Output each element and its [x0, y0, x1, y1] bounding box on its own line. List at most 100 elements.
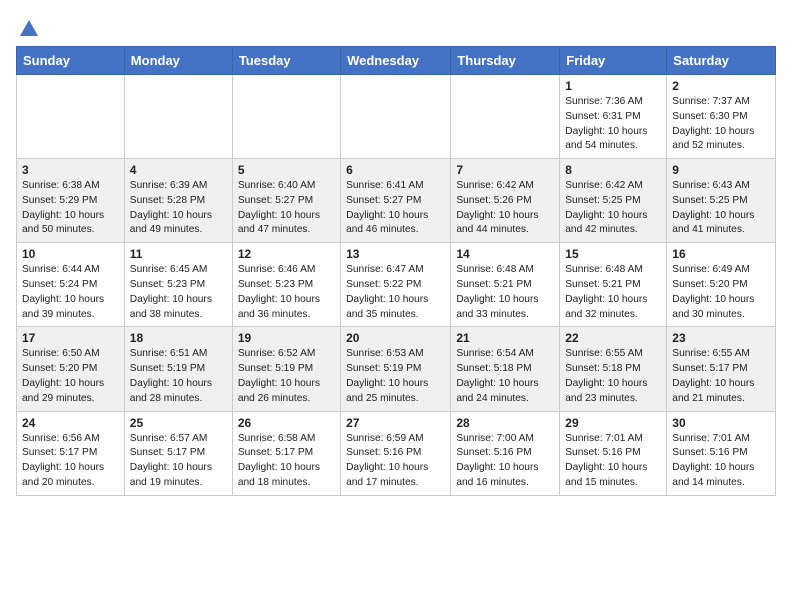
calendar-cell: 14 Sunrise: 6:48 AMSunset: 5:21 PMDayligh… — [451, 243, 560, 327]
page: SundayMondayTuesdayWednesdayThursdayFrid… — [0, 0, 792, 508]
day-info: Sunrise: 6:38 AMSunset: 5:29 PMDaylight:… — [22, 179, 119, 238]
calendar-cell: 17 Sunrise: 6:50 AMSunset: 5:20 PMDayligh… — [17, 327, 125, 411]
calendar-cell: 16 Sunrise: 6:49 AMSunset: 5:20 PMDayligh… — [667, 243, 776, 327]
day-number: 19 — [238, 331, 335, 345]
day-info: Sunrise: 6:58 AMSunset: 5:17 PMDaylight:… — [238, 432, 335, 491]
weekday-header: Saturday — [667, 47, 776, 75]
calendar-cell: 28Sunrise: 7:00 AMSunset: 5:16 PMDayligh… — [451, 411, 560, 495]
day-number: 6 — [346, 163, 445, 177]
weekday-header: Monday — [124, 47, 232, 75]
day-info: Sunrise: 6:55 AMSunset: 5:18 PMDaylight:… — [565, 347, 661, 406]
day-info: Sunrise: 6:41 AMSunset: 5:27 PMDaylight:… — [346, 179, 445, 238]
day-number: 10 — [22, 247, 119, 261]
day-number: 8 — [565, 163, 661, 177]
calendar-cell: 11 Sunrise: 6:45 AMSunset: 5:23 PMDayligh… — [124, 243, 232, 327]
calendar-cell: 20 Sunrise: 6:53 AMSunset: 5:19 PMDayligh… — [341, 327, 451, 411]
day-number: 25 — [130, 416, 227, 430]
day-info: Sunrise: 6:42 AMSunset: 5:25 PMDaylight:… — [565, 179, 661, 238]
day-number: 3 — [22, 163, 119, 177]
day-number: 29 — [565, 416, 661, 430]
day-number: 2 — [672, 79, 770, 93]
calendar-cell: 30 Sunrise: 7:01 AMSunset: 5:16 PMDayligh… — [667, 411, 776, 495]
day-number: 16 — [672, 247, 770, 261]
day-info: Sunrise: 6:45 AMSunset: 5:23 PMDaylight:… — [130, 263, 227, 322]
day-info: Sunrise: 6:47 AMSunset: 5:22 PMDaylight:… — [346, 263, 445, 322]
day-number: 24 — [22, 416, 119, 430]
day-info: Sunrise: 6:50 AMSunset: 5:20 PMDaylight:… — [22, 347, 119, 406]
day-number: 23 — [672, 331, 770, 345]
day-info: Sunrise: 6:57 AMSunset: 5:17 PMDaylight:… — [130, 432, 227, 491]
calendar-cell — [124, 75, 232, 159]
day-number: 4 — [130, 163, 227, 177]
weekday-header: Thursday — [451, 47, 560, 75]
calendar-cell: 13Sunrise: 6:47 AMSunset: 5:22 PMDayligh… — [341, 243, 451, 327]
calendar-cell: 9 Sunrise: 6:43 AMSunset: 5:25 PMDaylight… — [667, 159, 776, 243]
day-number: 15 — [565, 247, 661, 261]
day-info: Sunrise: 6:48 AMSunset: 5:21 PMDaylight:… — [565, 263, 661, 322]
day-number: 27 — [346, 416, 445, 430]
calendar-cell: 19 Sunrise: 6:52 AMSunset: 5:19 PMDayligh… — [232, 327, 340, 411]
weekday-header: Tuesday — [232, 47, 340, 75]
calendar-cell: 6 Sunrise: 6:41 AMSunset: 5:27 PMDaylight… — [341, 159, 451, 243]
day-number: 26 — [238, 416, 335, 430]
day-number: 20 — [346, 331, 445, 345]
calendar: SundayMondayTuesdayWednesdayThursdayFrid… — [16, 46, 776, 496]
calendar-cell: 26 Sunrise: 6:58 AMSunset: 5:17 PMDayligh… — [232, 411, 340, 495]
calendar-cell: 18Sunrise: 6:51 AMSunset: 5:19 PMDayligh… — [124, 327, 232, 411]
calendar-week-row: 17 Sunrise: 6:50 AMSunset: 5:20 PMDayligh… — [17, 327, 776, 411]
calendar-week-row: 1 Sunrise: 7:36 AMSunset: 6:31 PMDaylight… — [17, 75, 776, 159]
calendar-cell — [451, 75, 560, 159]
calendar-cell: 10 Sunrise: 6:44 AMSunset: 5:24 PMDayligh… — [17, 243, 125, 327]
day-number: 1 — [565, 79, 661, 93]
weekday-header: Friday — [560, 47, 667, 75]
day-info: Sunrise: 6:55 AMSunset: 5:17 PMDaylight:… — [672, 347, 770, 406]
calendar-cell: 5 Sunrise: 6:40 AMSunset: 5:27 PMDaylight… — [232, 159, 340, 243]
logo-icon — [18, 18, 40, 40]
day-info: Sunrise: 7:01 AMSunset: 5:16 PMDaylight:… — [672, 432, 770, 491]
calendar-cell: 21 Sunrise: 6:54 AMSunset: 5:18 PMDayligh… — [451, 327, 560, 411]
day-number: 30 — [672, 416, 770, 430]
day-info: Sunrise: 6:49 AMSunset: 5:20 PMDaylight:… — [672, 263, 770, 322]
day-info: Sunrise: 7:36 AMSunset: 6:31 PMDaylight:… — [565, 95, 661, 154]
calendar-week-row: 3 Sunrise: 6:38 AMSunset: 5:29 PMDaylight… — [17, 159, 776, 243]
day-number: 12 — [238, 247, 335, 261]
day-info: Sunrise: 6:46 AMSunset: 5:23 PMDaylight:… — [238, 263, 335, 322]
calendar-header-row: SundayMondayTuesdayWednesdayThursdayFrid… — [17, 47, 776, 75]
calendar-cell: 24 Sunrise: 6:56 AMSunset: 5:17 PMDayligh… — [17, 411, 125, 495]
calendar-cell: 3 Sunrise: 6:38 AMSunset: 5:29 PMDaylight… — [17, 159, 125, 243]
calendar-cell: 29 Sunrise: 7:01 AMSunset: 5:16 PMDayligh… — [560, 411, 667, 495]
day-number: 5 — [238, 163, 335, 177]
day-info: Sunrise: 6:52 AMSunset: 5:19 PMDaylight:… — [238, 347, 335, 406]
day-number: 11 — [130, 247, 227, 261]
day-info: Sunrise: 6:43 AMSunset: 5:25 PMDaylight:… — [672, 179, 770, 238]
day-number: 21 — [456, 331, 554, 345]
calendar-week-row: 24 Sunrise: 6:56 AMSunset: 5:17 PMDayligh… — [17, 411, 776, 495]
weekday-header: Wednesday — [341, 47, 451, 75]
day-info: Sunrise: 6:44 AMSunset: 5:24 PMDaylight:… — [22, 263, 119, 322]
day-info: Sunrise: 6:42 AMSunset: 5:26 PMDaylight:… — [456, 179, 554, 238]
day-info: Sunrise: 7:37 AMSunset: 6:30 PMDaylight:… — [672, 95, 770, 154]
calendar-cell: 15 Sunrise: 6:48 AMSunset: 5:21 PMDayligh… — [560, 243, 667, 327]
day-number: 28 — [456, 416, 554, 430]
calendar-cell: 22Sunrise: 6:55 AMSunset: 5:18 PMDayligh… — [560, 327, 667, 411]
day-info: Sunrise: 7:01 AMSunset: 5:16 PMDaylight:… — [565, 432, 661, 491]
day-info: Sunrise: 6:48 AMSunset: 5:21 PMDaylight:… — [456, 263, 554, 322]
calendar-cell: 25 Sunrise: 6:57 AMSunset: 5:17 PMDayligh… — [124, 411, 232, 495]
calendar-cell — [232, 75, 340, 159]
day-number: 9 — [672, 163, 770, 177]
day-number: 17 — [22, 331, 119, 345]
calendar-cell: 23 Sunrise: 6:55 AMSunset: 5:17 PMDayligh… — [667, 327, 776, 411]
day-info: Sunrise: 6:53 AMSunset: 5:19 PMDaylight:… — [346, 347, 445, 406]
day-info: Sunrise: 6:54 AMSunset: 5:18 PMDaylight:… — [456, 347, 554, 406]
calendar-cell — [17, 75, 125, 159]
weekday-header: Sunday — [17, 47, 125, 75]
day-number: 7 — [456, 163, 554, 177]
header — [16, 16, 776, 36]
calendar-week-row: 10 Sunrise: 6:44 AMSunset: 5:24 PMDayligh… — [17, 243, 776, 327]
calendar-cell: 8 Sunrise: 6:42 AMSunset: 5:25 PMDaylight… — [560, 159, 667, 243]
day-number: 14 — [456, 247, 554, 261]
day-info: Sunrise: 6:56 AMSunset: 5:17 PMDaylight:… — [22, 432, 119, 491]
day-info: Sunrise: 6:59 AMSunset: 5:16 PMDaylight:… — [346, 432, 445, 491]
day-info: Sunrise: 6:40 AMSunset: 5:27 PMDaylight:… — [238, 179, 335, 238]
day-info: Sunrise: 6:51 AMSunset: 5:19 PMDaylight:… — [130, 347, 227, 406]
